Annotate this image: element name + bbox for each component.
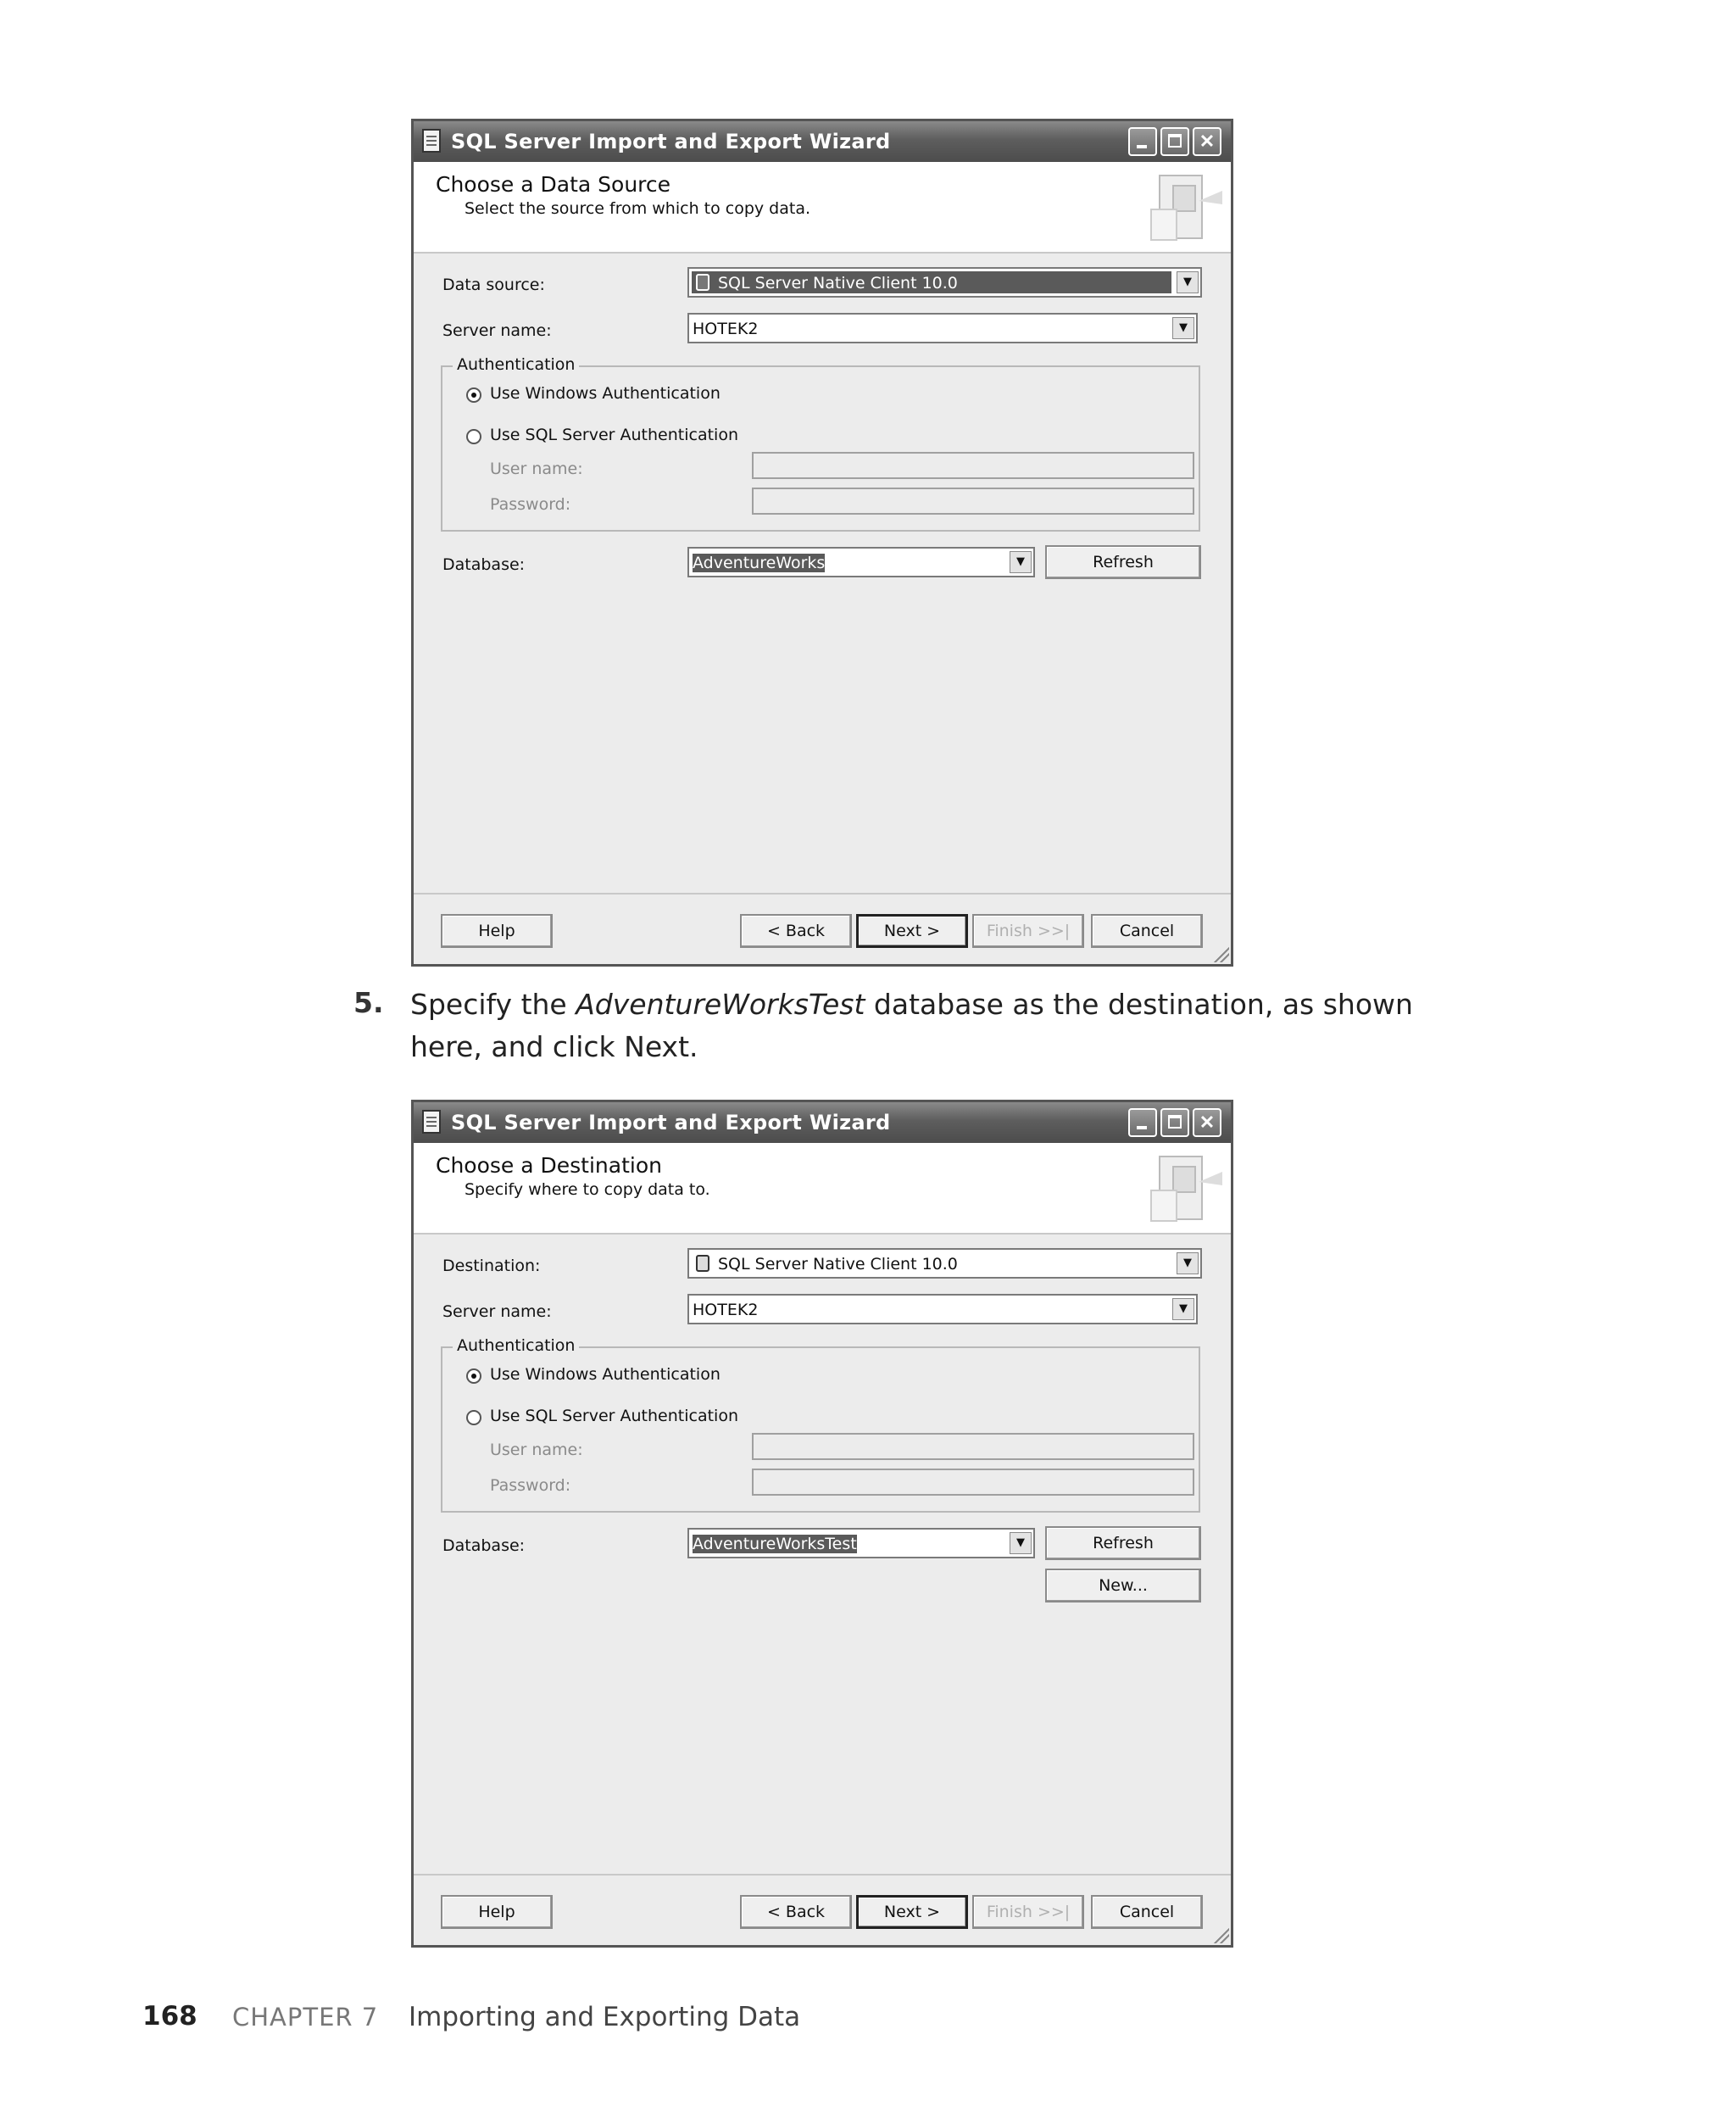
windows-auth-label: Use Windows Authentication xyxy=(490,384,721,403)
page-title: Choose a Data Source xyxy=(436,172,671,197)
wizard-dialog-destination: SQL Server Import and Export Wizard ✕ Ch… xyxy=(411,1100,1233,1948)
database-icon xyxy=(696,1255,709,1272)
separator xyxy=(414,1874,1231,1876)
server-name-select[interactable]: HOTEK2 ▼ xyxy=(687,1294,1198,1324)
separator xyxy=(414,893,1231,895)
new-database-button[interactable]: New... xyxy=(1045,1569,1201,1602)
title-bar[interactable]: SQL Server Import and Export Wizard ✕ xyxy=(414,121,1231,162)
back-button[interactable]: < Back xyxy=(740,914,852,948)
window-title: SQL Server Import and Export Wizard xyxy=(451,1111,891,1134)
chevron-down-icon[interactable]: ▼ xyxy=(1172,1298,1194,1320)
username-label: User name: xyxy=(490,1441,583,1459)
close-button[interactable]: ✕ xyxy=(1193,127,1221,156)
next-button[interactable]: Next > xyxy=(856,914,968,948)
destination-label: Destination: xyxy=(442,1257,541,1275)
maximize-button[interactable] xyxy=(1160,127,1189,156)
resize-grip[interactable] xyxy=(1212,945,1229,962)
windows-auth-label: Use Windows Authentication xyxy=(490,1365,721,1384)
chevron-down-icon[interactable]: ▼ xyxy=(1010,1532,1032,1554)
authentication-legend: Authentication xyxy=(453,1336,580,1355)
help-button[interactable]: Help xyxy=(441,914,553,948)
sql-auth-label: Use SQL Server Authentication xyxy=(490,426,738,444)
database-label: Database: xyxy=(442,555,526,574)
sql-auth-label: Use SQL Server Authentication xyxy=(490,1407,738,1425)
maximize-button[interactable] xyxy=(1160,1108,1189,1137)
server-name-label: Server name: xyxy=(442,1302,552,1321)
app-icon xyxy=(422,1110,441,1134)
server-name-select[interactable]: HOTEK2 ▼ xyxy=(687,313,1198,343)
finish-button: Finish >>| xyxy=(972,914,1084,948)
data-source-select[interactable]: SQL Server Native Client 10.0 ▼ xyxy=(687,267,1202,298)
wizard-graphic-icon xyxy=(1150,1156,1222,1222)
help-button[interactable]: Help xyxy=(441,1895,553,1929)
resize-grip[interactable] xyxy=(1212,1926,1229,1943)
close-button[interactable]: ✕ xyxy=(1193,1108,1221,1137)
page-subtitle: Select the source from which to copy dat… xyxy=(465,199,811,218)
cancel-button[interactable]: Cancel xyxy=(1091,914,1203,948)
app-icon xyxy=(422,129,441,153)
database-icon xyxy=(696,274,709,291)
authentication-group: Authentication Use Windows Authenticatio… xyxy=(441,355,1200,532)
title-bar[interactable]: SQL Server Import and Export Wizard ✕ xyxy=(414,1102,1231,1143)
data-source-label: Data source: xyxy=(442,276,545,294)
database-label: Database: xyxy=(442,1536,526,1555)
windows-auth-radio[interactable] xyxy=(466,387,481,403)
database-select[interactable]: AdventureWorksTest ▼ xyxy=(687,1528,1035,1558)
back-button[interactable]: < Back xyxy=(740,1895,852,1929)
chevron-down-icon[interactable]: ▼ xyxy=(1177,271,1199,293)
username-input[interactable] xyxy=(752,452,1194,479)
next-button[interactable]: Next > xyxy=(856,1895,968,1929)
destination-select[interactable]: SQL Server Native Client 10.0 ▼ xyxy=(687,1248,1202,1279)
chevron-down-icon[interactable]: ▼ xyxy=(1177,1252,1199,1274)
password-label: Password: xyxy=(490,1476,571,1495)
password-input[interactable] xyxy=(752,1469,1194,1496)
minimize-button[interactable] xyxy=(1128,1108,1157,1137)
cancel-button[interactable]: Cancel xyxy=(1091,1895,1203,1929)
chapter-title: Importing and Exporting Data xyxy=(409,2002,801,2032)
sql-auth-radio[interactable] xyxy=(466,1410,481,1425)
authentication-group: Authentication Use Windows Authenticatio… xyxy=(441,1336,1200,1513)
password-input[interactable] xyxy=(752,488,1194,515)
wizard-graphic-icon xyxy=(1150,175,1222,241)
chapter-label: CHAPTER 7 xyxy=(232,2003,379,2032)
authentication-legend: Authentication xyxy=(453,355,580,374)
step-instruction: Specify the AdventureWorksTest database … xyxy=(410,988,1413,1063)
page-subtitle: Specify where to copy data to. xyxy=(465,1180,710,1199)
username-label: User name: xyxy=(490,460,583,478)
sql-auth-radio[interactable] xyxy=(466,429,481,444)
chevron-down-icon[interactable]: ▼ xyxy=(1172,317,1194,339)
minimize-button[interactable] xyxy=(1128,127,1157,156)
wizard-dialog-data-source: SQL Server Import and Export Wizard ✕ Ch… xyxy=(411,119,1233,967)
chevron-down-icon[interactable]: ▼ xyxy=(1010,551,1032,573)
wizard-header: Choose a Destination Specify where to co… xyxy=(414,1143,1231,1235)
refresh-button[interactable]: Refresh xyxy=(1045,545,1201,579)
window-title: SQL Server Import and Export Wizard xyxy=(451,130,891,153)
username-input[interactable] xyxy=(752,1433,1194,1460)
server-name-label: Server name: xyxy=(442,321,552,340)
page-number: 168 xyxy=(142,2001,198,2032)
finish-button: Finish >>| xyxy=(972,1895,1084,1929)
password-label: Password: xyxy=(490,495,571,514)
wizard-header: Choose a Data Source Select the source f… xyxy=(414,162,1231,254)
step-number: 5. xyxy=(353,986,384,1019)
windows-auth-radio[interactable] xyxy=(466,1368,481,1384)
refresh-button[interactable]: Refresh xyxy=(1045,1526,1201,1560)
page-title: Choose a Destination xyxy=(436,1153,662,1178)
database-select[interactable]: AdventureWorks ▼ xyxy=(687,547,1035,577)
